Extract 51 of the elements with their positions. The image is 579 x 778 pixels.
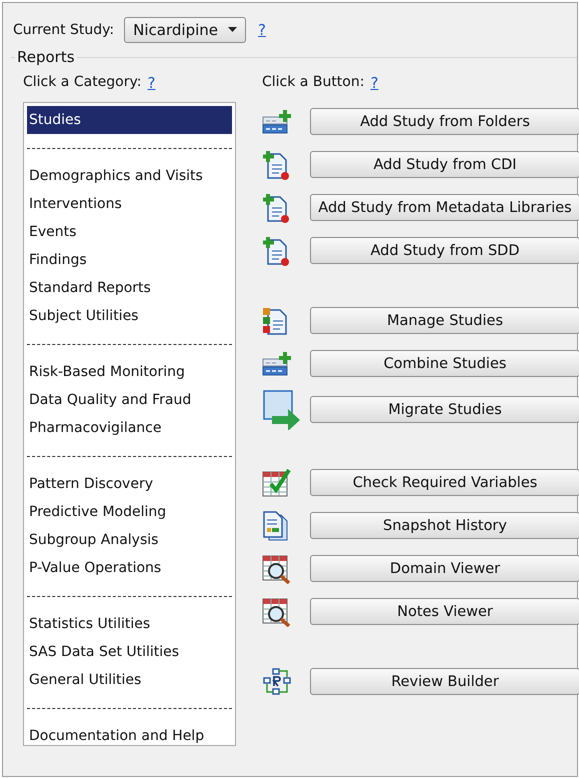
- category-item[interactable]: Risk-Based Monitoring: [27, 358, 232, 386]
- document-plus-icon: [262, 192, 290, 222]
- category-item[interactable]: Standard Reports: [27, 274, 232, 302]
- category-item[interactable]: Predictive Modeling: [27, 498, 232, 526]
- group-title: Reports: [15, 48, 77, 66]
- table-check-icon: [262, 468, 292, 498]
- category-item[interactable]: Data Quality and Fraud: [27, 386, 232, 414]
- action-button[interactable]: Notes Viewer: [310, 598, 579, 625]
- category-item[interactable]: Interventions: [27, 190, 232, 218]
- category-item[interactable]: P-Value Operations: [27, 554, 232, 582]
- list-plus-icon: [262, 110, 292, 134]
- action-button[interactable]: Add Study from Folders: [310, 108, 579, 135]
- arrow-panel-icon: [262, 390, 302, 430]
- action-button[interactable]: Add Study from CDI: [310, 151, 579, 178]
- caret-icon: [228, 27, 237, 33]
- category-item[interactable]: SAS Data Set Utilities: [27, 638, 232, 666]
- document-blocks-icon: [262, 306, 290, 336]
- action-button[interactable]: Add Study from SDD: [310, 237, 579, 264]
- action-button[interactable]: Manage Studies: [310, 307, 579, 334]
- document-plus-icon: [262, 236, 290, 266]
- category-item[interactable]: Events: [27, 218, 232, 246]
- action-button[interactable]: Review Builder: [310, 668, 579, 695]
- category-item[interactable]: Subgroup Analysis: [27, 526, 232, 554]
- action-button[interactable]: Domain Viewer: [310, 555, 579, 582]
- table-magnifier-icon: [262, 596, 292, 626]
- action-button[interactable]: Migrate Studies: [310, 396, 579, 423]
- action-button[interactable]: Add Study from Metadata Libraries: [310, 194, 579, 221]
- list-plus-icon: [262, 352, 292, 376]
- documents-icon: [262, 510, 290, 540]
- action-button[interactable]: Combine Studies: [310, 350, 579, 377]
- current-study-label: Current Study:: [13, 22, 114, 38]
- document-plus-icon: [262, 150, 290, 180]
- category-item[interactable]: Demographics and Visits: [27, 162, 232, 190]
- category-item[interactable]: Subject Utilities: [27, 302, 232, 330]
- category-item[interactable]: Findings: [27, 246, 232, 274]
- category-heading: Click a Category:: [23, 74, 142, 90]
- table-magnifier-icon: [262, 554, 292, 584]
- category-item[interactable]: General Utilities: [27, 666, 232, 694]
- category-item[interactable]: Documentation and Help: [27, 722, 232, 750]
- action-button[interactable]: Snapshot History: [310, 512, 579, 539]
- help-link[interactable]: ?: [370, 74, 378, 92]
- category-item[interactable]: Pattern Discovery: [27, 470, 232, 498]
- button-heading: Click a Button:: [262, 74, 364, 90]
- flow-diagram-icon: [262, 668, 292, 696]
- action-button[interactable]: Check Required Variables: [310, 469, 579, 496]
- help-link[interactable]: ?: [258, 21, 266, 39]
- category-item[interactable]: Studies: [27, 106, 232, 134]
- help-link[interactable]: ?: [148, 74, 156, 92]
- category-item[interactable]: Statistics Utilities: [27, 610, 232, 638]
- category-item[interactable]: Pharmacovigilance: [27, 414, 232, 442]
- study-dropdown[interactable]: Nicardipine: [124, 17, 246, 43]
